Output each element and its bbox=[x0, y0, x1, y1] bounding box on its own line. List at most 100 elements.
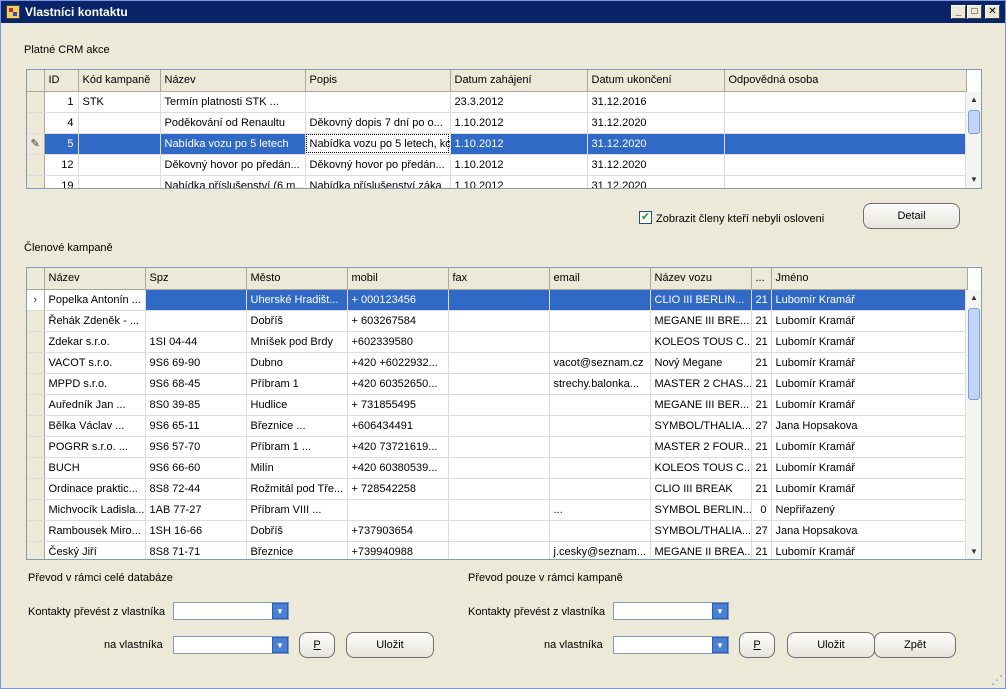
member-cell-fax[interactable] bbox=[448, 310, 550, 332]
crm-column-header[interactable]: Popis bbox=[305, 70, 451, 92]
crm-cell-id[interactable]: 19 bbox=[44, 175, 79, 188]
crm-scrollbar[interactable]: ▲ ▼ bbox=[965, 92, 981, 188]
member-cell-n[interactable]: 21 bbox=[751, 331, 772, 353]
row-marker[interactable] bbox=[27, 436, 45, 458]
member-cell-spz[interactable]: 9S6 69-90 bbox=[145, 352, 247, 374]
crm-cell-od[interactable]: 1.10.2012 bbox=[450, 133, 588, 155]
crm-cell-nazev[interactable]: Děkovný hovor po předán... bbox=[160, 154, 306, 176]
member-cell-n[interactable]: 21 bbox=[751, 373, 772, 395]
minimize-button[interactable]: _ bbox=[951, 5, 966, 19]
member-cell-nazev[interactable]: POGRR s.r.o. ... bbox=[44, 436, 146, 458]
member-cell-email[interactable] bbox=[549, 394, 651, 416]
member-cell-vuz[interactable]: MEGANE III BRE... bbox=[650, 310, 752, 332]
member-cell-email[interactable] bbox=[549, 520, 651, 542]
chevron-down-icon[interactable]: ▼ bbox=[712, 603, 728, 619]
crm-cell-kod[interactable]: STK bbox=[78, 91, 161, 113]
crm-cell-id[interactable]: 5 bbox=[44, 133, 79, 155]
member-cell-mobil[interactable]: +420 73721619... bbox=[347, 436, 449, 458]
crm-column-header[interactable]: Datum ukončení bbox=[587, 70, 725, 92]
member-column-header[interactable]: email bbox=[549, 268, 651, 290]
member-cell-mesto[interactable]: Uherské Hradišt... bbox=[246, 289, 348, 311]
crm-cell-od[interactable]: 1.10.2012 bbox=[450, 112, 588, 134]
row-marker[interactable] bbox=[27, 415, 45, 437]
crm-cell-popis[interactable]: Nabídka příslušenství záka... bbox=[305, 175, 451, 188]
crm-cell-popis[interactable] bbox=[305, 91, 451, 113]
crm-cell-id[interactable]: 1 bbox=[44, 91, 79, 113]
crm-cell-kod[interactable] bbox=[78, 154, 161, 176]
crm-cell-nazev[interactable]: Poděkování od Renaultu bbox=[160, 112, 306, 134]
member-cell-n[interactable]: 0 bbox=[751, 499, 772, 521]
member-cell-nazev[interactable]: Řehák Zdeněk - ... bbox=[44, 310, 146, 332]
member-cell-fax[interactable] bbox=[448, 415, 550, 437]
row-marker[interactable] bbox=[27, 457, 45, 479]
member-cell-n[interactable]: 21 bbox=[751, 541, 772, 559]
member-cell-n[interactable]: 21 bbox=[751, 289, 772, 311]
member-cell-spz[interactable]: 9S6 68-45 bbox=[145, 373, 247, 395]
member-cell-nazev[interactable]: Zdekar s.r.o. bbox=[44, 331, 146, 353]
member-cell-mesto[interactable]: Rožmitál pod Tře... bbox=[246, 478, 348, 500]
row-marker[interactable]: › bbox=[27, 289, 45, 311]
chevron-down-icon[interactable]: ▼ bbox=[272, 637, 288, 653]
crm-cell-popis[interactable]: Děkovný dopis 7 dní po o... bbox=[305, 112, 451, 134]
crm-cell-nazev[interactable]: Nabídka vozu po 5 letech bbox=[160, 133, 306, 155]
member-cell-spz[interactable]: 9S6 57-70 bbox=[145, 436, 247, 458]
member-cell-nazev[interactable]: Michvocík Ladisla... bbox=[44, 499, 146, 521]
scroll-down-icon[interactable]: ▼ bbox=[966, 172, 981, 188]
row-marker[interactable] bbox=[27, 394, 45, 416]
chevron-down-icon[interactable]: ▼ bbox=[712, 637, 728, 653]
crm-row[interactable]: 12 Děkovný hovor po předán... Děkovný hovo… bbox=[27, 154, 967, 176]
crm-cell-do[interactable]: 31.12.2020 bbox=[587, 112, 725, 134]
row-marker[interactable] bbox=[27, 373, 45, 395]
crm-cell-nazev[interactable]: Termín platnosti STK ... bbox=[160, 91, 306, 113]
member-cell-email[interactable]: strechy.balonka... bbox=[549, 373, 651, 395]
member-cell-mobil[interactable]: +420 60352650... bbox=[347, 373, 449, 395]
member-cell-fax[interactable] bbox=[448, 331, 550, 353]
member-cell-jmeno[interactable]: Lubomír Kramář bbox=[771, 373, 968, 395]
member-cell-fax[interactable] bbox=[448, 457, 550, 479]
member-cell-mobil[interactable]: + 000123456 bbox=[347, 289, 449, 311]
member-cell-vuz[interactable]: SYMBOL/THALIA... bbox=[650, 415, 752, 437]
member-row[interactable]: MPPD s.r.o. 9S6 68-45 Příbram 1 +420 603526… bbox=[27, 373, 968, 395]
member-cell-nazev[interactable]: Český Jiří bbox=[44, 541, 146, 559]
row-marker[interactable] bbox=[27, 91, 45, 113]
member-cell-fax[interactable] bbox=[448, 520, 550, 542]
member-cell-n[interactable]: 21 bbox=[751, 457, 772, 479]
member-row[interactable]: Auředník Jan ... 8S0 39-85 Hudlice + 731855… bbox=[27, 394, 968, 416]
member-cell-email[interactable] bbox=[549, 478, 651, 500]
crm-cell-kod[interactable] bbox=[78, 133, 161, 155]
member-row[interactable]: Michvocík Ladisla... 1AB 77-27 Příbram VII… bbox=[27, 499, 968, 521]
member-row[interactable]: POGRR s.r.o. ... 9S6 57-70 Příbram 1 ... +4… bbox=[27, 436, 968, 458]
member-cell-mesto[interactable]: Březnice ... bbox=[246, 415, 348, 437]
member-cell-fax[interactable] bbox=[448, 541, 550, 559]
crm-cell-kod[interactable] bbox=[78, 175, 161, 188]
member-cell-vuz[interactable]: MEGANE II BREA... bbox=[650, 541, 752, 559]
crm-cell-do[interactable]: 31.12.2020 bbox=[587, 175, 725, 188]
transfer-campaign-from-select[interactable]: ▼ bbox=[613, 602, 729, 620]
member-cell-vuz[interactable]: MASTER 2 CHAS... bbox=[650, 373, 752, 395]
member-cell-mesto[interactable]: Příbram 1 bbox=[246, 373, 348, 395]
member-row[interactable]: Ordinace praktic... 8S8 72-44 Rožmitál pod… bbox=[27, 478, 968, 500]
member-cell-nazev[interactable]: VACOT s.r.o. bbox=[44, 352, 146, 374]
crm-cell-osoba[interactable] bbox=[724, 133, 967, 155]
member-row[interactable]: › Popelka Antonín ... Uherské Hradišt... + … bbox=[27, 289, 968, 311]
member-cell-nazev[interactable]: Auředník Jan ... bbox=[44, 394, 146, 416]
transfer-db-to-select[interactable]: ▼ bbox=[173, 636, 289, 654]
member-row[interactable]: BUCH 9S6 66-60 Milín +420 60380539... KOLEOS… bbox=[27, 457, 968, 479]
member-cell-mesto[interactable]: Mníšek pod Brdy bbox=[246, 331, 348, 353]
member-cell-jmeno[interactable]: Lubomír Kramář bbox=[771, 289, 968, 311]
member-cell-jmeno[interactable]: Lubomír Kramář bbox=[771, 331, 968, 353]
member-cell-mesto[interactable]: Příbram 1 ... bbox=[246, 436, 348, 458]
crm-column-header[interactable]: Název bbox=[160, 70, 306, 92]
crm-cell-od[interactable]: 23.3.2012 bbox=[450, 91, 588, 113]
member-cell-mesto[interactable]: Příbram VIII ... bbox=[246, 499, 348, 521]
member-cell-email[interactable]: j.cesky@seznam... bbox=[549, 541, 651, 559]
member-cell-mesto[interactable]: Dobříš bbox=[246, 520, 348, 542]
crm-cell-nazev[interactable]: Nabídka příslušenství (6 m... bbox=[160, 175, 306, 188]
member-cell-fax[interactable] bbox=[448, 289, 550, 311]
crm-cell-osoba[interactable] bbox=[724, 154, 967, 176]
member-column-header[interactable]: Název vozu bbox=[650, 268, 752, 290]
member-cell-mesto[interactable]: Hudlice bbox=[246, 394, 348, 416]
member-cell-mesto[interactable]: Dubno bbox=[246, 352, 348, 374]
member-cell-spz[interactable]: 1SI 04-44 bbox=[145, 331, 247, 353]
member-cell-mobil[interactable] bbox=[347, 499, 449, 521]
